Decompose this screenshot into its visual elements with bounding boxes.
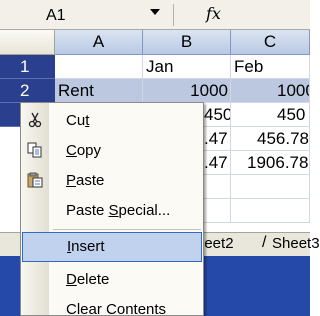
menu-item-label: Delete [66,271,110,288]
cell-b1[interactable]: Jan [143,55,231,79]
context-menu: Cut Copy Paste Paste Special... Insert D… [20,102,204,316]
column-header-b[interactable]: B [143,30,231,55]
cell-c4[interactable]: 456.78 [231,127,310,151]
column-header-c[interactable]: C [231,30,310,55]
formula-bar: A1 fx [0,0,310,30]
menu-item-label: Paste [66,172,105,189]
name-box[interactable]: A1 [0,4,150,26]
formula-bar-divider [173,4,174,26]
menu-item-label: Insert [67,238,105,255]
tab-sheet3[interactable]: Sheet3 [272,235,320,252]
cell-c2[interactable]: 1000 [231,79,310,103]
menu-item-label: Clear Contents [66,301,167,316]
menu-item-paste[interactable]: Paste [21,166,203,196]
menu-separator [53,229,201,230]
cell-c1[interactable]: Feb [231,55,310,79]
column-header-a[interactable]: A [55,30,143,55]
menu-item-delete[interactable]: Delete [21,265,203,295]
menu-item-clear-contents[interactable]: Clear Contents [21,295,203,316]
tab-separator: / [262,234,267,251]
cell-c5[interactable]: 1906.78 [231,151,310,175]
row-header-1[interactable]: 1 [0,55,55,79]
menu-item-copy[interactable]: Copy [21,136,203,166]
menu-item-label: Copy [66,142,102,159]
menu-item-label: Cut [66,112,90,129]
cell-b2[interactable]: 1000 [143,79,231,103]
cell-a1[interactable] [55,55,143,79]
menu-item-paste-special[interactable]: Paste Special... [21,196,203,226]
cell-c3[interactable]: 450 [231,103,310,127]
menu-item-insert[interactable]: Insert [22,232,202,262]
cell-a2[interactable]: Rent [55,79,143,103]
row-header-2[interactable]: 2 [0,79,55,103]
menu-item-cut[interactable]: Cut [21,106,203,136]
menu-item-label: Paste Special... [66,202,171,219]
cell-empty[interactable] [231,175,310,199]
paste-icon [27,172,43,188]
name-box-dropdown-icon[interactable] [150,9,160,15]
insert-function-icon[interactable]: fx [206,4,221,23]
name-box-value: A1 [46,7,66,24]
copy-icon [27,142,43,158]
scissors-icon [27,112,43,128]
select-all-corner[interactable] [0,30,55,55]
cell-empty[interactable] [231,199,310,223]
